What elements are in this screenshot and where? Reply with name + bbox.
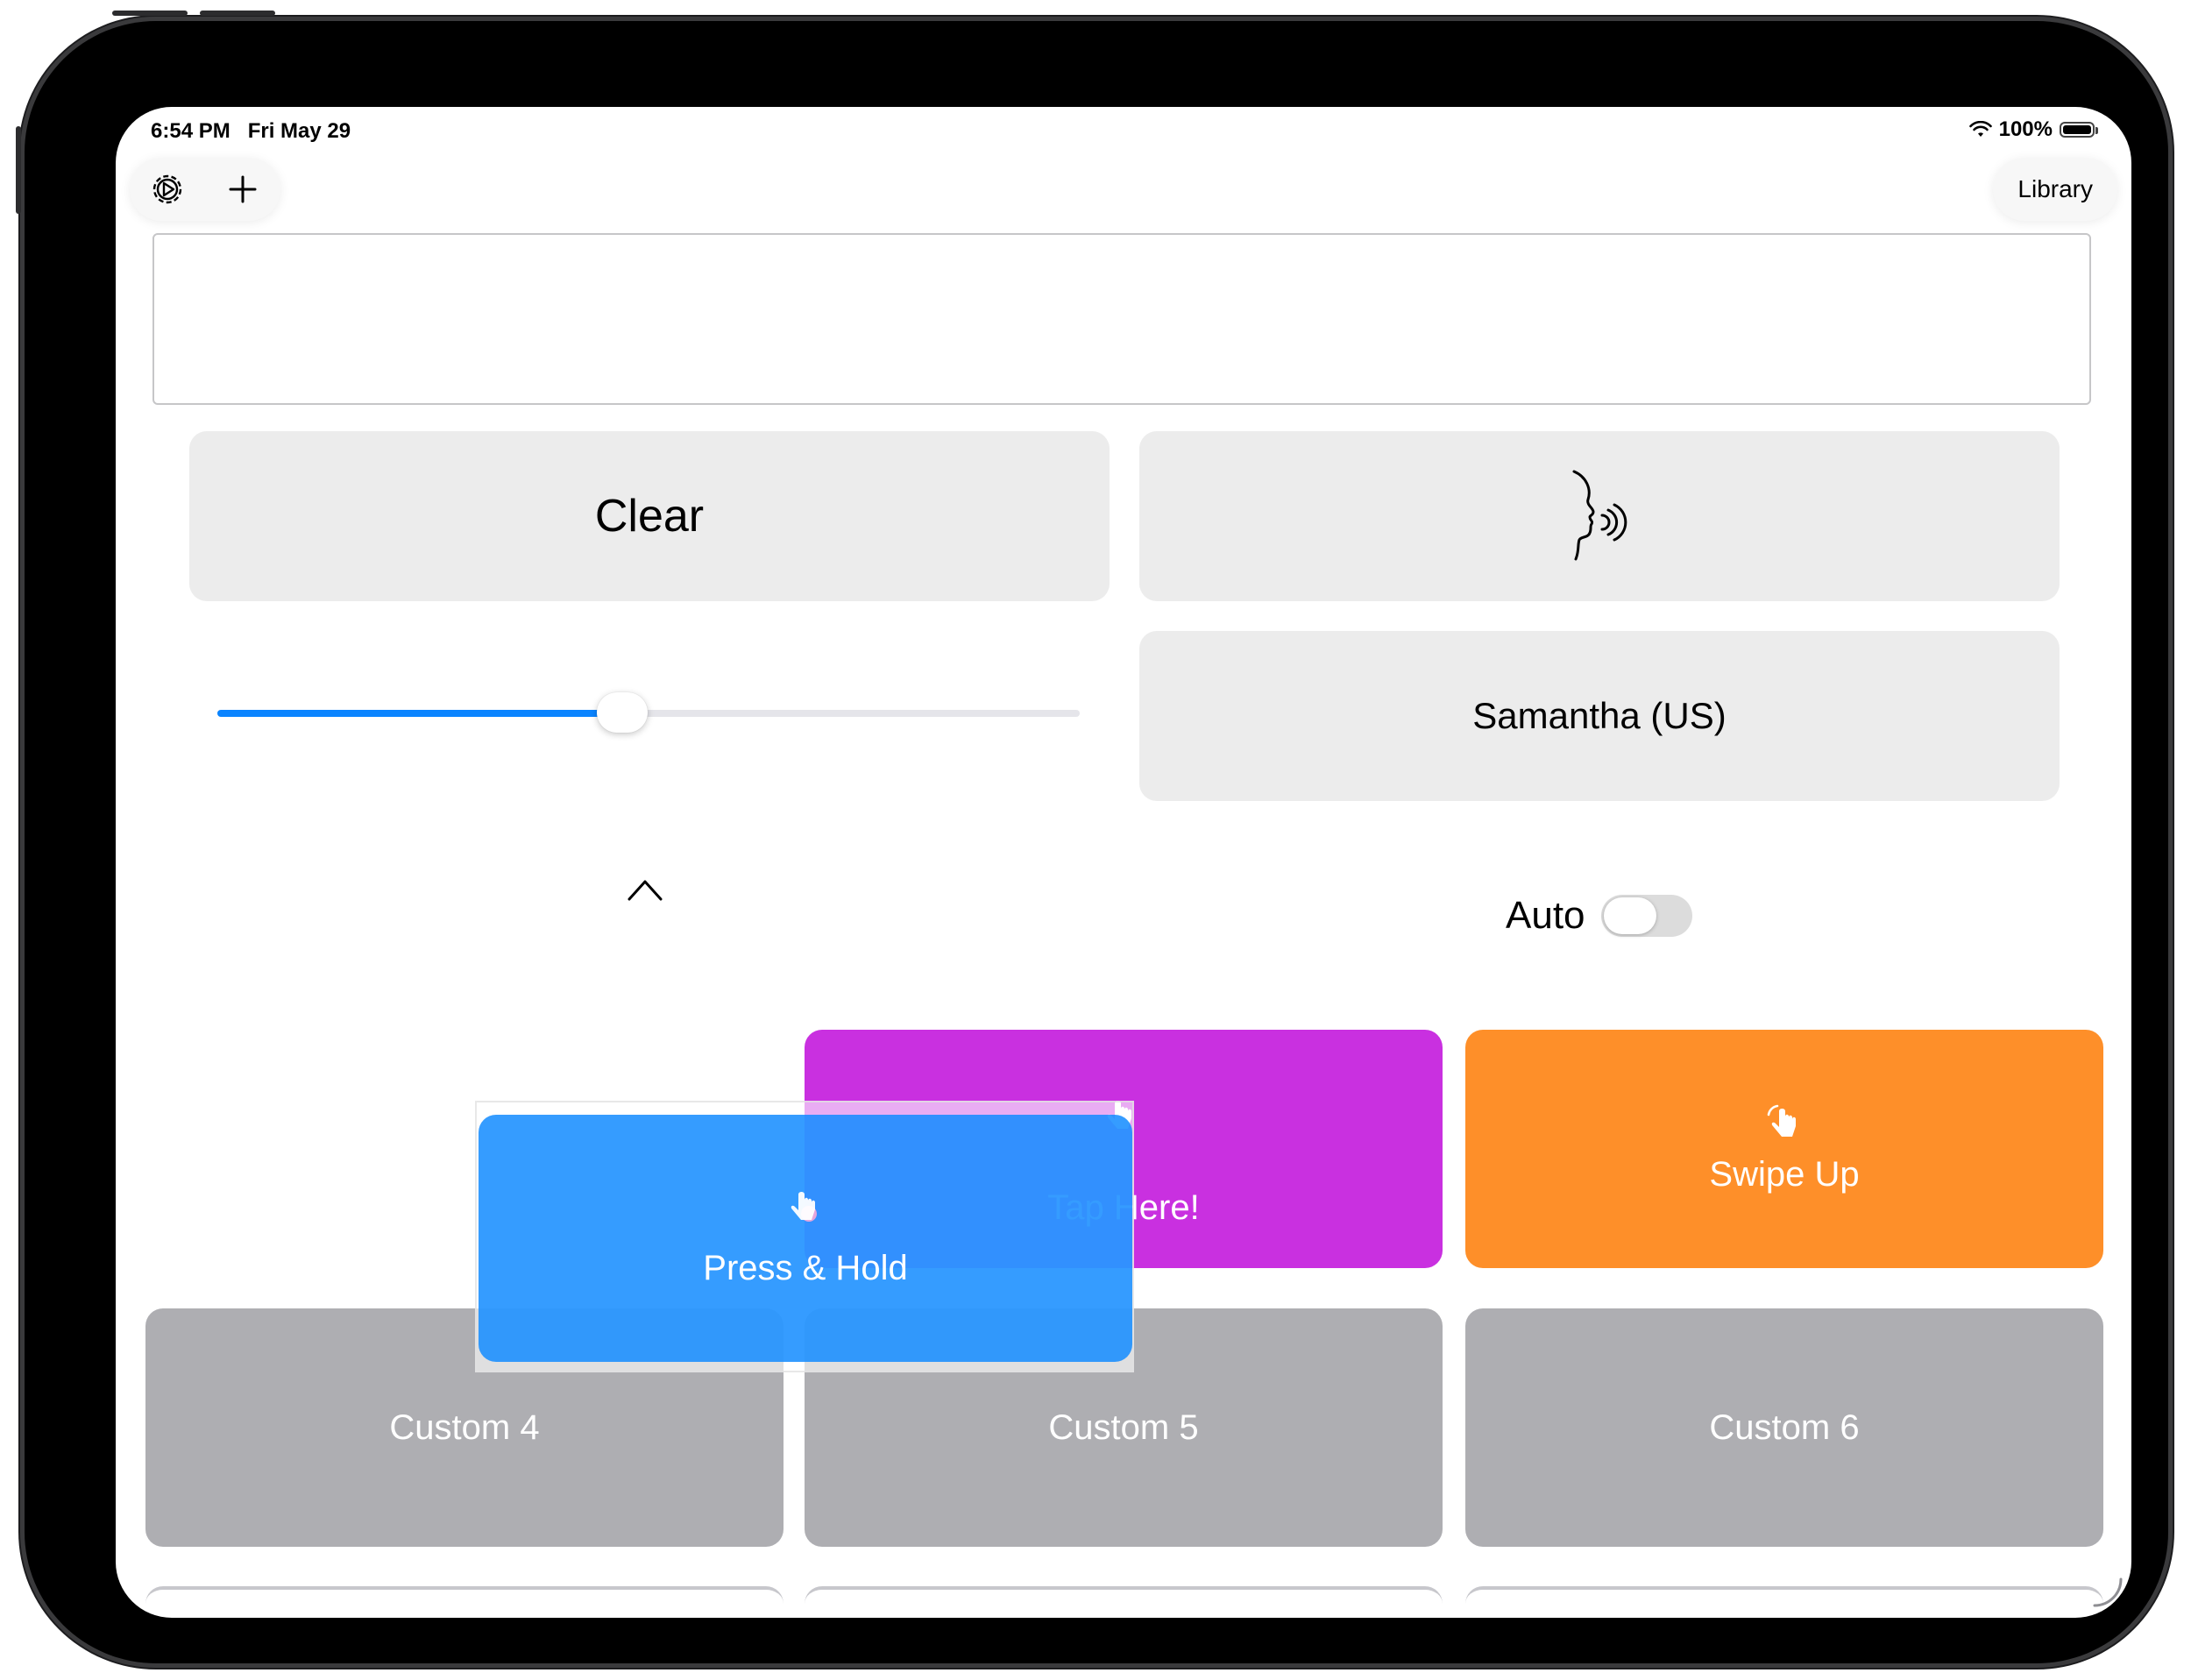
voice-selector-button[interactable]: Samantha (US) bbox=[1139, 631, 2060, 801]
speech-text-field[interactable] bbox=[152, 233, 2091, 405]
tile-press-and-hold-dragging[interactable]: Press & Hold bbox=[479, 1115, 1132, 1362]
tile-row-peek bbox=[1465, 1586, 2103, 1618]
speak-button[interactable] bbox=[1139, 431, 2060, 601]
auto-toggle[interactable] bbox=[1600, 895, 1692, 937]
tile-swipe-up-label: Swipe Up bbox=[1709, 1154, 1860, 1194]
collapse-button[interactable] bbox=[624, 871, 666, 913]
tile-row-peek bbox=[145, 1586, 784, 1618]
tile-swipe-up[interactable]: Swipe Up bbox=[1465, 1030, 2103, 1268]
tile-row-peek bbox=[805, 1586, 1443, 1618]
date-text: Fri May 29 bbox=[247, 119, 351, 143]
speaking-head-icon bbox=[1572, 470, 1627, 561]
battery-icon bbox=[2060, 122, 2098, 138]
plus-icon bbox=[229, 175, 257, 203]
slider-fill bbox=[217, 710, 623, 717]
press-hand-icon bbox=[791, 1191, 817, 1222]
toggle-knob bbox=[1603, 897, 1656, 934]
toolbar-left-group bbox=[130, 158, 280, 221]
power-button bbox=[16, 126, 21, 214]
status-time: 6:54 PM Fri May 29 bbox=[151, 119, 351, 144]
speech-rate-slider[interactable] bbox=[217, 692, 1080, 733]
ipad-frame: 6:54 PM Fri May 29 100% Library Clear Sa… bbox=[16, 11, 2168, 1663]
status-bar: 6:54 PM Fri May 29 100% bbox=[116, 107, 2131, 156]
volume-button bbox=[200, 11, 275, 16]
settings-button[interactable] bbox=[141, 163, 194, 216]
chevron-up-icon bbox=[628, 880, 663, 901]
tile-custom-6[interactable]: Custom 6 bbox=[1465, 1308, 2103, 1547]
status-indicators: 100% bbox=[1968, 117, 2098, 142]
clear-button[interactable]: Clear bbox=[189, 431, 1110, 601]
tile-press-and-hold-label: Press & Hold bbox=[703, 1248, 908, 1287]
wifi-icon bbox=[1968, 121, 1992, 137]
time-text: 6:54 PM bbox=[151, 119, 230, 143]
auto-label: Auto bbox=[1506, 894, 1585, 937]
gear-icon bbox=[152, 174, 182, 204]
volume-button bbox=[112, 11, 188, 16]
app-screen: 6:54 PM Fri May 29 100% Library Clear Sa… bbox=[116, 107, 2131, 1618]
slider-thumb[interactable] bbox=[597, 692, 649, 733]
tile-custom-4-label: Custom 4 bbox=[389, 1407, 540, 1447]
tile-custom-5-label: Custom 5 bbox=[1048, 1407, 1199, 1447]
scroll-corner-icon bbox=[2093, 1577, 2123, 1607]
library-button[interactable]: Library bbox=[1993, 158, 2117, 221]
battery-percent: 100% bbox=[1998, 117, 2053, 141]
add-button[interactable] bbox=[216, 163, 269, 216]
auto-speak-control: Auto bbox=[1506, 894, 1692, 938]
tile-custom-6-label: Custom 6 bbox=[1709, 1407, 1860, 1447]
swipe-hand-icon bbox=[1767, 1104, 1796, 1137]
